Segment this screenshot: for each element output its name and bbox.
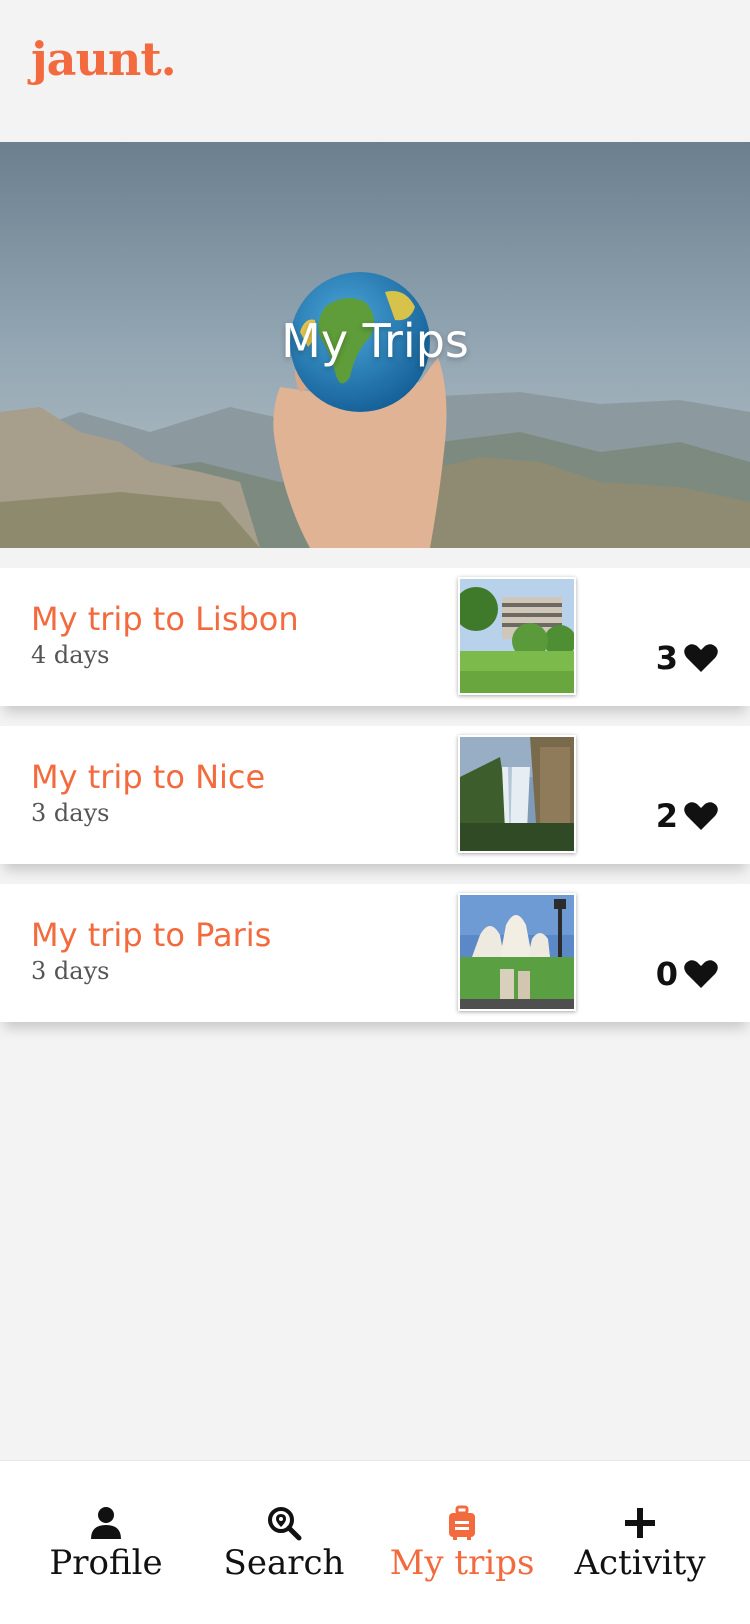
likes-counter[interactable]: 2 — [656, 796, 718, 836]
trip-title: My trip to Nice — [31, 758, 266, 796]
app-logo[interactable]: jaunt. — [31, 36, 177, 82]
plus-icon — [622, 1505, 658, 1541]
suitcase-icon — [444, 1505, 480, 1541]
nav-label: Profile — [49, 1543, 163, 1583]
nav-label: Search — [223, 1543, 345, 1583]
trip-list: My trip to Lisbon 4 days 3 My trip to Ni… — [0, 568, 750, 1042]
trip-thumbnail[interactable] — [458, 735, 576, 853]
bottom-navigation: Profile Search My trips Activity — [0, 1460, 750, 1624]
likes-counter[interactable]: 0 — [656, 954, 718, 994]
trip-duration: 4 days — [31, 641, 110, 669]
heart-icon — [684, 643, 718, 673]
trip-thumbnail[interactable] — [458, 577, 576, 695]
trip-duration: 3 days — [31, 799, 110, 827]
trip-card-paris[interactable]: My trip to Paris 3 days 0 — [0, 884, 750, 1022]
nav-item-search[interactable]: Search — [194, 1461, 374, 1624]
nav-label: Activity — [574, 1543, 706, 1583]
nav-label: My trips — [389, 1543, 535, 1583]
person-icon — [88, 1505, 124, 1541]
heart-icon — [684, 959, 718, 989]
trip-duration: 3 days — [31, 957, 110, 985]
page-title: My Trips — [281, 314, 469, 368]
top-header: jaunt. — [0, 0, 750, 142]
trip-card-lisbon[interactable]: My trip to Lisbon 4 days 3 — [0, 568, 750, 706]
heart-icon — [684, 801, 718, 831]
trip-title: My trip to Paris — [31, 916, 272, 954]
likes-count: 2 — [655, 797, 678, 835]
nav-item-my-trips[interactable]: My trips — [372, 1461, 552, 1624]
likes-counter[interactable]: 3 — [656, 638, 718, 678]
likes-count: 3 — [655, 639, 678, 677]
trip-title: My trip to Lisbon — [31, 600, 299, 638]
location-search-icon — [266, 1505, 302, 1541]
nav-item-activity[interactable]: Activity — [550, 1461, 730, 1624]
likes-count: 0 — [655, 955, 678, 993]
hero-banner: My Trips — [0, 142, 750, 548]
nav-item-profile[interactable]: Profile — [16, 1461, 196, 1624]
trip-thumbnail[interactable] — [458, 893, 576, 1011]
trip-card-nice[interactable]: My trip to Nice 3 days 2 — [0, 726, 750, 864]
app-screen: jaunt. My Trips My trip to Lisbon 4 days… — [0, 0, 750, 1624]
